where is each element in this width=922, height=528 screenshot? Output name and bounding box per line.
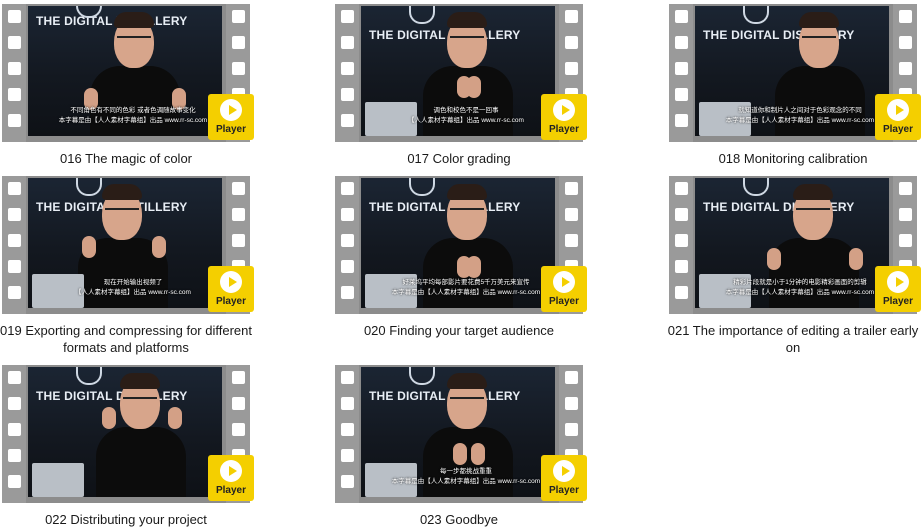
film-strip-left [335, 176, 359, 314]
subtitle-line-2: 本字幕是由【人人素材字幕组】出品 www.rr-sc.com [725, 117, 875, 124]
subtitle-line-2: 本字幕是由【人人素材字幕组】出品 www.rr-sc.com [391, 289, 541, 296]
player-label: Player [882, 124, 914, 135]
subtitle-line-1: 不同角色有不同的色彩 或者色调随故事变化 [70, 107, 196, 114]
video-title[interactable]: 016 The magic of color [0, 150, 270, 167]
player-button[interactable]: Player [875, 266, 921, 312]
video-frame: THE DIGITAL DISTILLERY [28, 367, 222, 497]
play-icon [553, 460, 575, 482]
player-label: Player [548, 124, 580, 135]
video-title[interactable]: 019 Exporting and compressing for differ… [0, 322, 270, 356]
video-frame: THE DIGITAL DISTILLERY 精彩片段就是小于1分钟的电影精彩画… [695, 178, 889, 308]
subtitle-line-1: 精彩片段就是小于1分钟的电影精彩画面的剪辑 [733, 279, 867, 286]
player-label: Player [215, 296, 247, 307]
player-button[interactable]: Player [541, 455, 587, 501]
video-frame: THE DIGITAL DISTILLERY 每一步都挑战重重 本字幕是由【人人… [361, 367, 555, 497]
video-frame: THE DIGITAL DISTILLERY 好莱坞平均每部影片要花费5千万美元… [361, 178, 555, 308]
player-button[interactable]: Player [875, 94, 921, 140]
subtitle-line-2: 本字幕是由【人人素材字幕组】出品 www.rr-sc.com [391, 478, 541, 485]
video-title[interactable]: 020 Finding your target audience [315, 322, 603, 339]
play-icon [220, 460, 242, 482]
film-strip-left [669, 4, 693, 142]
film-strip-left [335, 4, 359, 142]
play-icon [553, 99, 575, 121]
distillery-logo-icon [743, 178, 769, 196]
video-frame: THE DIGITAL DISTILLERY 现在开始输出视频了 【人人素材字幕… [28, 178, 222, 308]
player-label: Player [548, 485, 580, 496]
player-label: Player [882, 296, 914, 307]
film-strip-left [669, 176, 693, 314]
player-button[interactable]: Player [541, 266, 587, 312]
video-title[interactable]: 018 Monitoring calibration [649, 150, 922, 167]
player-button[interactable]: Player [208, 266, 254, 312]
video-title[interactable]: 023 Goodbye [315, 511, 603, 528]
presenter-image [96, 373, 186, 497]
laptop-image [32, 463, 84, 497]
player-button[interactable]: Player [208, 455, 254, 501]
film-strip-left [2, 4, 26, 142]
subtitle-line-1: 现在开始输出视频了 [103, 279, 163, 286]
subtitle-line-2: 【人人素材字幕组】出品 www.rr-sc.com [408, 117, 524, 124]
subtitle-line-2: 本字幕是由【人人素材字幕组】出品 www.rr-sc.com [725, 289, 875, 296]
video-thumbnail[interactable]: THE DIGITAL DISTILLERY 精彩片段就是小于1分钟的电影精彩画… [669, 176, 921, 314]
subtitle-line-1: 好莱坞平均每部影片要花费5千万美元来宣传 [402, 279, 530, 286]
video-title[interactable]: 017 Color grading [315, 150, 603, 167]
play-icon [887, 99, 909, 121]
video-frame: THE DIGITAL DISTILLERY 调色和校色不是一回事 【人人素材字… [361, 6, 555, 136]
video-frame: THE DIGITAL DISTILLERY 不同角色有不同的色彩 或者色调随故… [28, 6, 222, 136]
player-label: Player [215, 485, 247, 496]
play-icon [553, 271, 575, 293]
subtitle-line-1: 就知道你和制片人之间对于色彩观念的不同 [738, 107, 862, 114]
video-thumbnail[interactable]: THE DIGITAL DISTILLERY 好莱坞平均每部影片要花费5千万美元… [335, 176, 587, 314]
film-strip-left [2, 365, 26, 503]
video-thumbnail[interactable]: THE DIGITAL DISTILLERY 调色和校色不是一回事 【人人素材字… [335, 4, 587, 142]
subtitle-line-2: 【人人素材字幕组】出品 www.rr-sc.com [75, 289, 191, 296]
player-label: Player [548, 296, 580, 307]
play-icon [220, 271, 242, 293]
video-thumbnail[interactable]: THE DIGITAL DISTILLERY 不同角色有不同的色彩 或者色调随故… [2, 4, 254, 142]
player-button[interactable]: Player [208, 94, 254, 140]
video-thumbnail[interactable]: THE DIGITAL DISTILLERY 每一步都挑战重重 本字幕是由【人人… [335, 365, 587, 503]
video-frame: THE DIGITAL DISTILLERY 就知道你和制片人之间对于色彩观念的… [695, 6, 889, 136]
film-strip-left [335, 365, 359, 503]
player-label: Player [215, 124, 247, 135]
play-icon [887, 271, 909, 293]
subtitle-line-1: 调色和校色不是一回事 [433, 107, 499, 114]
video-thumbnail[interactable]: THE DIGITAL DISTILLERY 现在开始输出视频了 【人人素材字幕… [2, 176, 254, 314]
distillery-logo-icon [743, 6, 769, 24]
video-title[interactable]: 022 Distributing your project [0, 511, 270, 528]
play-icon [220, 99, 242, 121]
subtitle-line-1: 每一步都挑战重重 [440, 468, 492, 475]
subtitle-line-2: 本字幕是由【人人素材字幕组】出品 www.rr-sc.com [58, 117, 208, 124]
player-button[interactable]: Player [541, 94, 587, 140]
video-thumbnail[interactable]: THE DIGITAL DISTILLERY Player [2, 365, 254, 503]
film-strip-left [2, 176, 26, 314]
video-title[interactable]: 021 The importance of editing a trailer … [663, 322, 922, 356]
video-thumbnail[interactable]: THE DIGITAL DISTILLERY 就知道你和制片人之间对于色彩观念的… [669, 4, 921, 142]
